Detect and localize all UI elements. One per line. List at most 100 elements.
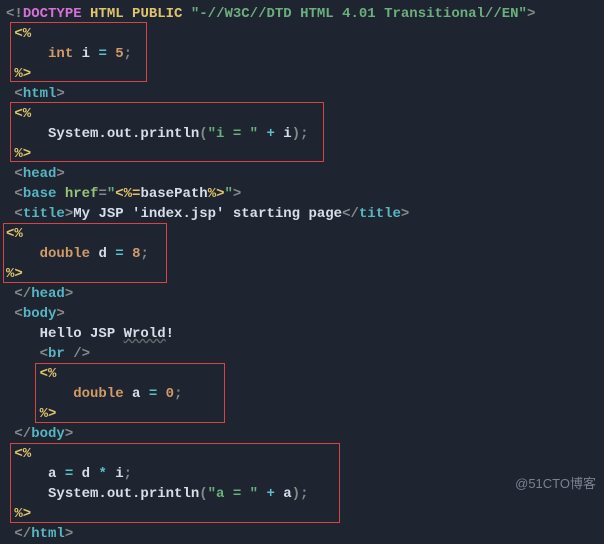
code-line: double a = 0; xyxy=(6,384,604,404)
semicolon: ; xyxy=(124,46,132,62)
string-literal: "i = " xyxy=(208,126,258,142)
tag-name: html xyxy=(31,526,65,542)
jsp-expr-open: <%= xyxy=(115,186,140,202)
jsp-close: %> xyxy=(14,66,31,82)
tag-name: base xyxy=(23,186,57,202)
body-text: Hello JSP xyxy=(40,326,124,342)
tag-open: < xyxy=(14,306,22,322)
code-line: </head> xyxy=(6,284,604,304)
tag-close: > xyxy=(65,206,73,222)
doctype-open: <! xyxy=(6,6,23,22)
code-line: </html> xyxy=(6,524,604,544)
operator: * xyxy=(98,466,106,482)
lparen: ( xyxy=(199,126,207,142)
body-text: ! xyxy=(166,326,174,342)
semicolon: ; xyxy=(124,466,132,482)
code-line: </body> xyxy=(6,424,604,444)
tag-name: html xyxy=(23,86,57,102)
number-literal: 0 xyxy=(166,386,174,402)
doctype-string: "-//W3C//DTD HTML 4.01 Transitional//EN" xyxy=(191,6,527,22)
code-line: <% xyxy=(6,364,604,384)
code-line: double d = 8; xyxy=(6,244,604,264)
tag-open: < xyxy=(14,86,22,102)
code-line: System.out.println("i = " + i); xyxy=(6,124,604,144)
semicolon: ; xyxy=(174,386,182,402)
tag-name: body xyxy=(31,426,65,442)
tag-open: </ xyxy=(14,286,31,302)
tag-name: title xyxy=(359,206,401,222)
identifier: i xyxy=(115,466,123,482)
tag-close: > xyxy=(233,186,241,202)
jsp-expr-close: %> xyxy=(208,186,225,202)
attr-name: href xyxy=(65,186,99,202)
jsp-close: %> xyxy=(14,506,31,522)
tag-open: </ xyxy=(14,526,31,542)
jsp-open: <% xyxy=(40,366,57,382)
jsp-open: <% xyxy=(14,26,31,42)
tag-open: </ xyxy=(14,426,31,442)
code-editor: <!DOCTYPE HTML PUBLIC "-//W3C//DTD HTML … xyxy=(0,0,604,544)
identifier: a xyxy=(132,386,140,402)
code-line: Hello JSP Wrold! xyxy=(6,324,604,344)
type-keyword: int xyxy=(48,46,73,62)
identifier: a xyxy=(48,466,56,482)
code-line: %> xyxy=(6,504,604,524)
code-line: <% xyxy=(6,444,604,464)
tag-name: head xyxy=(23,166,57,182)
doctype-close: > xyxy=(527,6,535,22)
code-line: <base href="<%=basePath%>"> xyxy=(6,184,604,204)
tag-close: > xyxy=(56,306,64,322)
rparen: ) xyxy=(292,126,300,142)
identifier: basePath xyxy=(140,186,207,202)
code-line: <% xyxy=(6,104,604,124)
body-text-typo: Wrold xyxy=(124,326,166,342)
jsp-open: <% xyxy=(14,106,31,122)
tag-close: > xyxy=(65,526,73,542)
jsp-close: %> xyxy=(40,406,57,422)
title-text: My JSP 'index.jsp' starting page xyxy=(73,206,342,222)
tag-close: > xyxy=(56,86,64,102)
semicolon: ; xyxy=(140,246,148,262)
code-line: %> xyxy=(6,144,604,164)
code-line: <title>My JSP 'index.jsp' starting page<… xyxy=(6,204,604,224)
tag-name: br xyxy=(48,346,65,362)
tag-close: > xyxy=(56,166,64,182)
quote: " xyxy=(225,186,233,202)
identifier: i xyxy=(283,126,291,142)
code-line: <% xyxy=(6,224,604,244)
identifier: i xyxy=(82,46,90,62)
jsp-close: %> xyxy=(14,146,31,162)
tag-name: head xyxy=(31,286,65,302)
code-line: <!DOCTYPE HTML PUBLIC "-//W3C//DTD HTML … xyxy=(6,4,604,24)
quote: " xyxy=(107,186,115,202)
self-close: /> xyxy=(73,346,90,362)
jsp-open: <% xyxy=(6,226,23,242)
operator: + xyxy=(266,126,274,142)
tag-close: > xyxy=(401,206,409,222)
tag-open: < xyxy=(40,346,48,362)
type-keyword: double xyxy=(40,246,90,262)
tag-open: < xyxy=(14,166,22,182)
operator: = xyxy=(149,386,157,402)
tag-close: > xyxy=(65,426,73,442)
jsp-close: %> xyxy=(6,266,23,282)
attr-eq: = xyxy=(98,186,106,202)
code-line: <% xyxy=(6,24,604,44)
code-line: <head> xyxy=(6,164,604,184)
identifier: d xyxy=(82,466,90,482)
code-line: %> xyxy=(6,64,604,84)
code-line: <html> xyxy=(6,84,604,104)
code-line: %> xyxy=(6,264,604,284)
identifier: d xyxy=(98,246,106,262)
code-line: int i = 5; xyxy=(6,44,604,64)
doctype-keyword: DOCTYPE xyxy=(23,6,82,22)
operator: = xyxy=(65,466,73,482)
tag-close: > xyxy=(65,286,73,302)
tag-name: title xyxy=(23,206,65,222)
type-keyword: double xyxy=(73,386,123,402)
tag-name: body xyxy=(23,306,57,322)
jsp-open: <% xyxy=(14,446,31,462)
operator: = xyxy=(115,246,123,262)
code-line: <body> xyxy=(6,304,604,324)
code-line: %> xyxy=(6,404,604,424)
